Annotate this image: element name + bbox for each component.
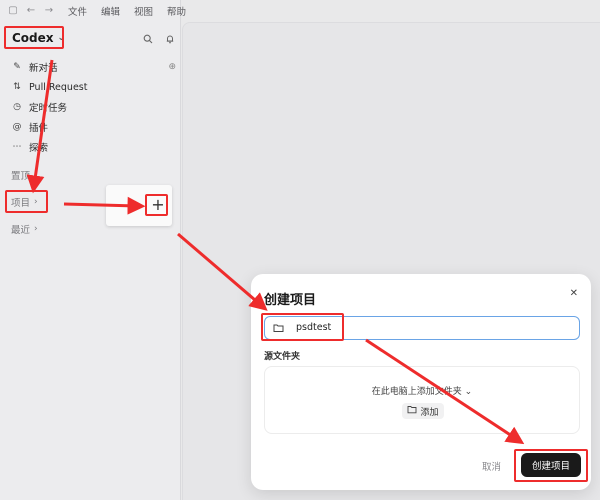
arrow-name-to-create [365, 338, 525, 445]
arrow-plus-to-dialog [177, 232, 268, 311]
annotation-arrows [26, 59, 525, 445]
arrow-projects-to-plus [63, 196, 146, 215]
arrow-app-to-projects [26, 59, 54, 194]
